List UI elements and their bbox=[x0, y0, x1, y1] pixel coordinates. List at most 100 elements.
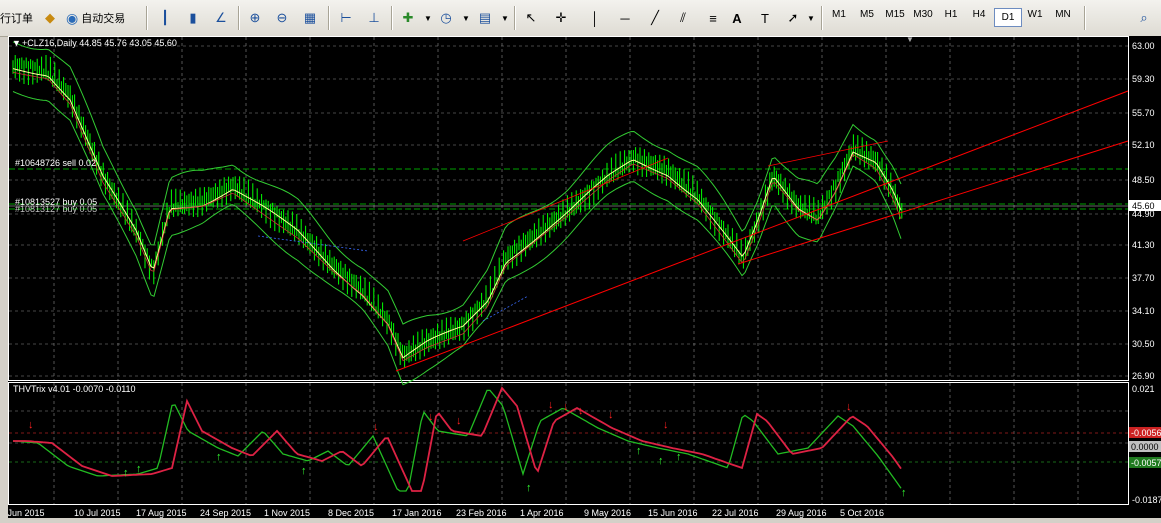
templates-icon[interactable]: ▤ bbox=[475, 8, 495, 28]
search-icon[interactable]: ⌕ bbox=[1134, 8, 1154, 28]
indicator-tick: 0.021 bbox=[1132, 384, 1155, 394]
chart-shift-icon[interactable]: ⊢ bbox=[336, 8, 356, 28]
sell-arrow-icon: ↓ bbox=[456, 415, 462, 427]
lower-band bbox=[12, 91, 902, 386]
buy-arrow-icon: ↑ bbox=[216, 451, 222, 463]
indicator-tick: -0.0187 bbox=[1132, 495, 1161, 505]
timeframe-m5[interactable]: M5 bbox=[854, 9, 880, 20]
timeframe-mn[interactable]: MN bbox=[1050, 9, 1076, 20]
time-tick: 3 Jun 2015 bbox=[8, 508, 45, 518]
sell-arrow-icon: ↓ bbox=[428, 411, 434, 423]
text-label-icon[interactable]: T bbox=[755, 8, 775, 28]
chart-canvas[interactable]: ↓ ↓ ↓ ↓ ↓ ↓ ↓ ↓ ↓ ↓ ↑ ↑ ↑ ↑ ↑ ↑ ↑ ↑ ↑ ▼ +CLZ16,Daily 44.85… bbox=[0, 35, 1161, 518]
price-tick: 55.70 bbox=[1132, 108, 1155, 118]
price-tick: 30.50 bbox=[1132, 339, 1155, 349]
chart-header: +CLZ16,Daily 44.85 45.76 43.05 45.60 bbox=[22, 38, 177, 48]
timeframe-w1[interactable]: W1 bbox=[1022, 9, 1048, 20]
price-tick: 48.50 bbox=[1132, 175, 1155, 185]
fibonacci-icon[interactable]: ≡ bbox=[703, 8, 723, 28]
time-tick: 22 Jul 2016 bbox=[712, 508, 759, 518]
order-label-buy-2[interactable]: #10813127 buy 0.05 bbox=[15, 204, 97, 214]
indicators-dropdown-icon[interactable]: ▼ bbox=[418, 8, 438, 28]
sell-arrow-icon: ↓ bbox=[28, 419, 34, 431]
time-tick: 10 Jul 2015 bbox=[74, 508, 121, 518]
order-label-sell[interactable]: #10648726 sell 0.02 bbox=[15, 158, 96, 168]
expert-advisors-icon[interactable]: ◆ bbox=[40, 8, 60, 28]
auto-trading-button[interactable]: ◉ 自动交易 bbox=[66, 7, 125, 29]
trix-indicator: ↓ ↓ ↓ ↓ ↓ ↓ ↓ ↓ ↓ ↓ ↑ ↑ ↑ ↑ ↑ ↑ ↑ ↑ ↑ bbox=[12, 386, 907, 499]
trendline bbox=[462, 157, 669, 242]
candlestick-icon[interactable]: ▮ bbox=[183, 8, 203, 28]
horizontal-line-icon[interactable]: ─ bbox=[615, 8, 635, 28]
time-tick: 9 May 2016 bbox=[584, 508, 631, 518]
time-tick: 17 Aug 2015 bbox=[136, 508, 187, 518]
vertical-line-icon[interactable]: │ bbox=[585, 8, 605, 28]
trendline-icon[interactable]: ╱ bbox=[645, 8, 665, 28]
line-chart-icon[interactable]: ∠ bbox=[211, 8, 231, 28]
auto-scroll-icon[interactable]: ⊥ bbox=[364, 8, 384, 28]
buy-arrow-icon: ↑ bbox=[636, 445, 642, 457]
sell-arrow-icon: ↓ bbox=[373, 421, 379, 433]
timeframe-h4[interactable]: H4 bbox=[966, 9, 992, 20]
buy-arrow-icon: ↑ bbox=[658, 455, 664, 467]
timeframe-d1[interactable]: D1 bbox=[994, 8, 1022, 27]
moving-average bbox=[12, 68, 902, 359]
trendlines bbox=[395, 90, 1129, 372]
chart-window[interactable]: ↓ ↓ ↓ ↓ ↓ ↓ ↓ ↓ ↓ ↓ ↑ ↑ ↑ ↑ ↑ ↑ ↑ ↑ ↑ ▼ +CLZ16,Daily 44.85… bbox=[0, 35, 1161, 518]
time-tick: 23 Feb 2016 bbox=[456, 508, 507, 518]
timeframe-h1[interactable]: H1 bbox=[938, 9, 964, 20]
toolbar: 行订单 ◆ ◉ 自动交易 ┃ ▮ ∠ ⊕ ⊖ ▦ ⊢ ⊥ ✚ ▼ ◷ ▼ ▤ ▼… bbox=[0, 0, 1161, 37]
buy-arrow-icon: ↑ bbox=[526, 482, 532, 494]
price-tick: 37.70 bbox=[1132, 273, 1155, 283]
cursor-icon[interactable]: ↖ bbox=[521, 8, 541, 28]
crosshair-icon[interactable]: ✛ bbox=[551, 8, 571, 28]
new-order-button[interactable]: 行订单 bbox=[0, 7, 33, 29]
bar-chart-icon[interactable]: ┃ bbox=[155, 8, 175, 28]
tile-windows-icon[interactable]: ▦ bbox=[300, 8, 320, 28]
price-tick: 63.00 bbox=[1132, 41, 1155, 51]
indicator-tag-green-text: -0.0057 bbox=[1131, 458, 1161, 468]
time-tick: 29 Aug 2016 bbox=[776, 508, 827, 518]
periods-dropdown-icon[interactable]: ▼ bbox=[456, 8, 476, 28]
timeframe-m30[interactable]: M30 bbox=[910, 9, 936, 20]
price-tick: 41.30 bbox=[1132, 240, 1155, 250]
time-tick: 24 Sep 2015 bbox=[200, 508, 251, 518]
time-tick: 17 Jan 2016 bbox=[392, 508, 442, 518]
zoom-out-icon[interactable]: ⊖ bbox=[272, 8, 292, 28]
price-tick: 26.90 bbox=[1132, 371, 1155, 381]
chart-shift-marker-icon[interactable]: ▼ bbox=[906, 35, 914, 44]
price-tick: 59.30 bbox=[1132, 74, 1155, 84]
buy-arrow-icon: ↑ bbox=[901, 487, 907, 499]
sell-arrow-icon: ↓ bbox=[548, 399, 554, 411]
indicator-header: THVTrix v4.01 -0.0070 -0.0110 bbox=[13, 384, 136, 394]
time-tick: 8 Dec 2015 bbox=[328, 508, 374, 518]
indicator-tag-red-text: -0.0056 bbox=[1131, 428, 1161, 438]
arrows-icon[interactable]: ➚ bbox=[783, 8, 803, 28]
buy-arrow-icon: ↑ bbox=[301, 465, 307, 477]
timeframe-m15[interactable]: M15 bbox=[882, 9, 908, 20]
price-tick: 34.10 bbox=[1132, 306, 1155, 316]
price-bars bbox=[12, 54, 903, 369]
arrows-dropdown-icon[interactable]: ▼ bbox=[801, 8, 821, 28]
templates-dropdown-icon[interactable]: ▼ bbox=[495, 8, 515, 28]
zoom-in-icon[interactable]: ⊕ bbox=[245, 8, 265, 28]
indicator-pane-border bbox=[8, 382, 1129, 505]
buy-arrow-icon: ↑ bbox=[676, 451, 682, 463]
sell-arrow-icon: ↓ bbox=[846, 401, 852, 413]
buy-arrow-icon: ↑ bbox=[123, 467, 129, 479]
text-tool-icon[interactable]: A bbox=[727, 8, 747, 28]
price-tick: 44.90 bbox=[1132, 209, 1155, 219]
equidistant-channel-icon[interactable]: ⫽ bbox=[673, 8, 693, 28]
indicators-icon[interactable]: ✚ bbox=[398, 8, 418, 28]
trix-fast-line bbox=[12, 389, 902, 492]
auto-trading-icon: ◉ bbox=[66, 9, 79, 26]
indicator-tag-gray-text: 0.0000 bbox=[1131, 442, 1159, 452]
sell-arrow-icon: ↓ bbox=[578, 405, 584, 417]
buy-arrow-icon: ↑ bbox=[136, 463, 142, 475]
grid bbox=[9, 37, 1128, 504]
timeframe-m1[interactable]: M1 bbox=[826, 9, 852, 20]
price-tick: 52.10 bbox=[1132, 140, 1155, 150]
time-tick: 1 Nov 2015 bbox=[264, 508, 310, 518]
periods-icon[interactable]: ◷ bbox=[436, 8, 456, 28]
chart-menu-icon[interactable]: ▼ bbox=[12, 38, 21, 48]
